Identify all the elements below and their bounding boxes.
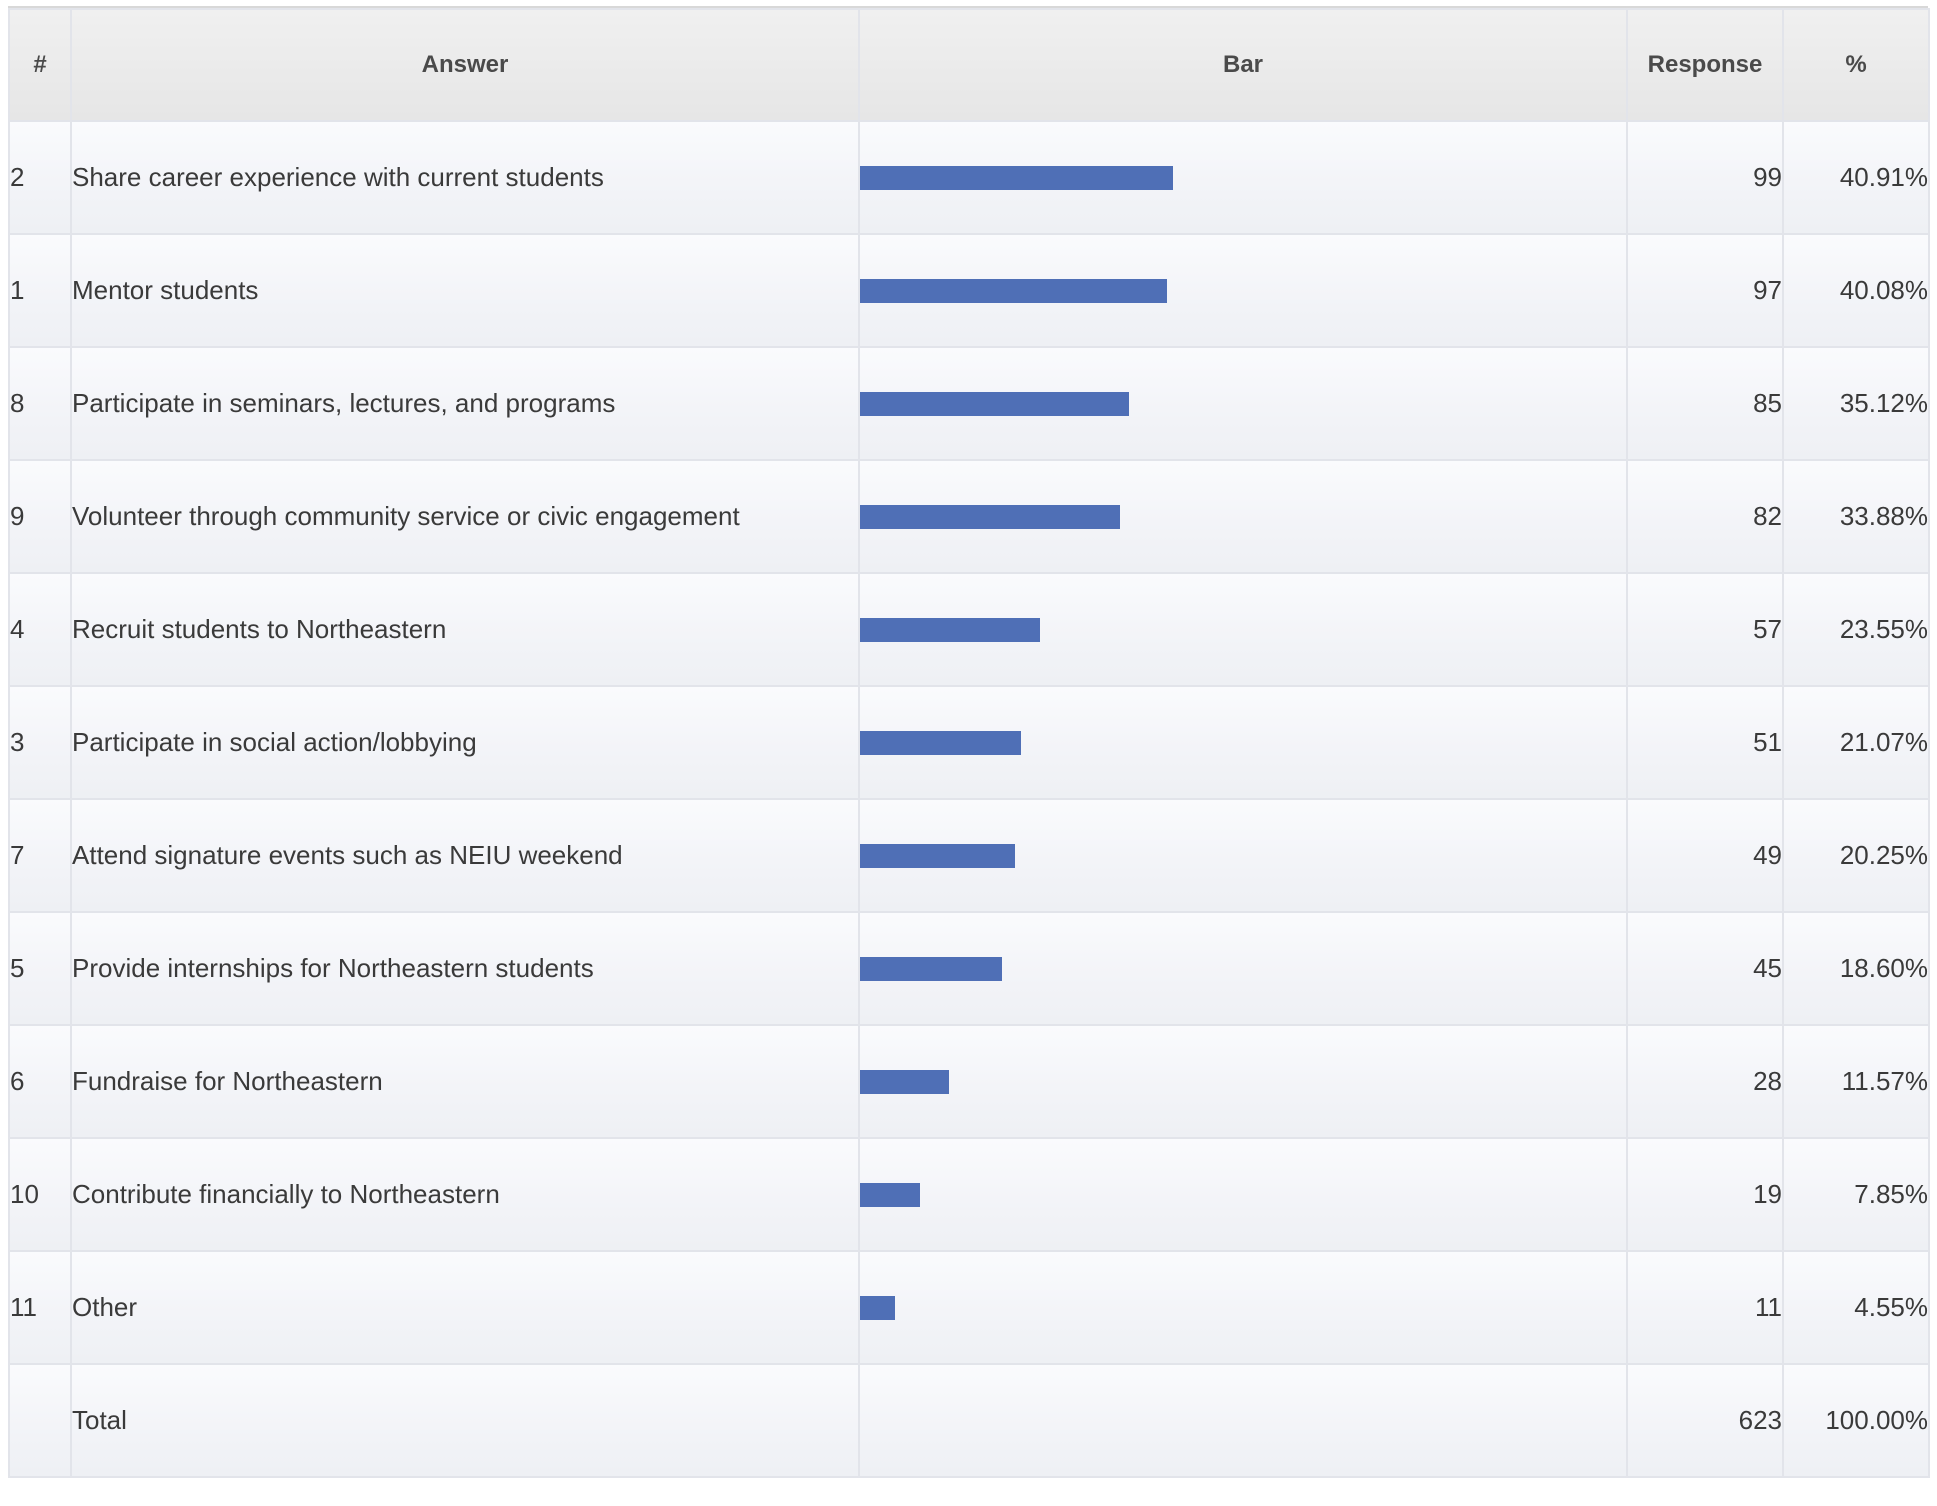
row-answer: Attend signature events such as NEIU wee…	[70, 798, 860, 913]
table-row: 9 Volunteer through community service or…	[8, 459, 1930, 574]
row-answer: Participate in seminars, lectures, and p…	[70, 346, 860, 461]
row-pct: 21.07%	[1782, 685, 1930, 800]
header-answer: Answer	[70, 8, 860, 122]
row-bar-cell	[858, 798, 1628, 913]
row-response: 51	[1626, 685, 1784, 800]
row-answer: Fundraise for Northeastern	[70, 1024, 860, 1139]
header-num: #	[8, 8, 72, 122]
total-bar-cell	[858, 1363, 1628, 1478]
row-response: 49	[1626, 798, 1784, 913]
row-pct: 20.25%	[1782, 798, 1930, 913]
row-bar	[860, 165, 1174, 190]
row-answer: Contribute financially to Northeastern	[70, 1137, 860, 1252]
row-bar-cell	[858, 1024, 1628, 1139]
row-pct: 4.55%	[1782, 1250, 1930, 1365]
row-pct: 35.12%	[1782, 346, 1930, 461]
row-response: 82	[1626, 459, 1784, 574]
row-response: 45	[1626, 911, 1784, 1026]
row-num: 4	[8, 572, 72, 687]
row-response: 99	[1626, 120, 1784, 235]
row-pct: 40.08%	[1782, 233, 1930, 348]
total-response: 623	[1626, 1363, 1784, 1478]
table-row: 7 Attend signature events such as NEIU w…	[8, 798, 1930, 913]
row-num: 6	[8, 1024, 72, 1139]
table-row: 4 Recruit students to Northeastern 57 23…	[8, 572, 1930, 687]
row-num: 8	[8, 346, 72, 461]
results-table: # Answer Bar Response % 2 Share career e…	[8, 8, 1930, 1478]
row-bar-cell	[858, 1137, 1628, 1252]
row-bar-cell	[858, 685, 1628, 800]
row-answer: Recruit students to Northeastern	[70, 572, 860, 687]
table-row: 3 Participate in social action/lobbying …	[8, 685, 1930, 800]
row-pct: 18.60%	[1782, 911, 1930, 1026]
row-num: 2	[8, 120, 72, 235]
table-row: 11 Other 11 4.55%	[8, 1250, 1930, 1365]
header-row: # Answer Bar Response %	[8, 8, 1930, 122]
table-row: 8 Participate in seminars, lectures, and…	[8, 346, 1930, 461]
table-row: 5 Provide internships for Northeastern s…	[8, 911, 1930, 1026]
row-pct: 23.55%	[1782, 572, 1930, 687]
table-row: 6 Fundraise for Northeastern 28 11.57%	[8, 1024, 1930, 1139]
table-row: 1 Mentor students 97 40.08%	[8, 233, 1930, 348]
row-bar-cell	[858, 346, 1628, 461]
total-pct: 100.00%	[1782, 1363, 1930, 1478]
row-answer: Participate in social action/lobbying	[70, 685, 860, 800]
row-bar	[860, 1069, 949, 1094]
row-bar	[860, 843, 1016, 868]
row-bar-cell	[858, 120, 1628, 235]
row-num: 5	[8, 911, 72, 1026]
row-bar	[860, 617, 1041, 642]
row-pct: 40.91%	[1782, 120, 1930, 235]
row-num: 7	[8, 798, 72, 913]
row-bar	[860, 278, 1167, 303]
row-response: 28	[1626, 1024, 1784, 1139]
row-bar	[860, 956, 1003, 981]
row-num: 1	[8, 233, 72, 348]
row-bar	[860, 504, 1120, 529]
row-bar-cell	[858, 233, 1628, 348]
total-label: Total	[70, 1363, 860, 1478]
row-pct: 11.57%	[1782, 1024, 1930, 1139]
row-bar-cell	[858, 1250, 1628, 1365]
row-response: 57	[1626, 572, 1784, 687]
row-bar	[860, 391, 1130, 416]
row-pct: 7.85%	[1782, 1137, 1930, 1252]
header-pct: %	[1782, 8, 1930, 122]
row-bar-cell	[858, 572, 1628, 687]
row-response: 19	[1626, 1137, 1784, 1252]
row-answer: Share career experience with current stu…	[70, 120, 860, 235]
total-row: Total 623 100.00%	[8, 1363, 1930, 1478]
row-answer: Mentor students	[70, 233, 860, 348]
row-bar	[860, 730, 1022, 755]
row-response: 11	[1626, 1250, 1784, 1365]
table-row: 2 Share career experience with current s…	[8, 120, 1930, 235]
row-num: 3	[8, 685, 72, 800]
row-bar	[860, 1295, 895, 1320]
row-response: 97	[1626, 233, 1784, 348]
row-response: 85	[1626, 346, 1784, 461]
table-row: 10 Contribute financially to Northeaster…	[8, 1137, 1930, 1252]
row-bar-cell	[858, 911, 1628, 1026]
total-num	[8, 1363, 72, 1478]
row-answer: Other	[70, 1250, 860, 1365]
row-num: 10	[8, 1137, 72, 1252]
row-pct: 33.88%	[1782, 459, 1930, 574]
header-bar: Bar	[858, 8, 1628, 122]
results-table-frame: # Answer Bar Response % 2 Share career e…	[8, 6, 1930, 1478]
row-num: 9	[8, 459, 72, 574]
row-num: 11	[8, 1250, 72, 1365]
row-answer: Volunteer through community service or c…	[70, 459, 860, 574]
row-bar-cell	[858, 459, 1628, 574]
header-response: Response	[1626, 8, 1784, 122]
row-bar	[860, 1182, 921, 1207]
row-answer: Provide internships for Northeastern stu…	[70, 911, 860, 1026]
